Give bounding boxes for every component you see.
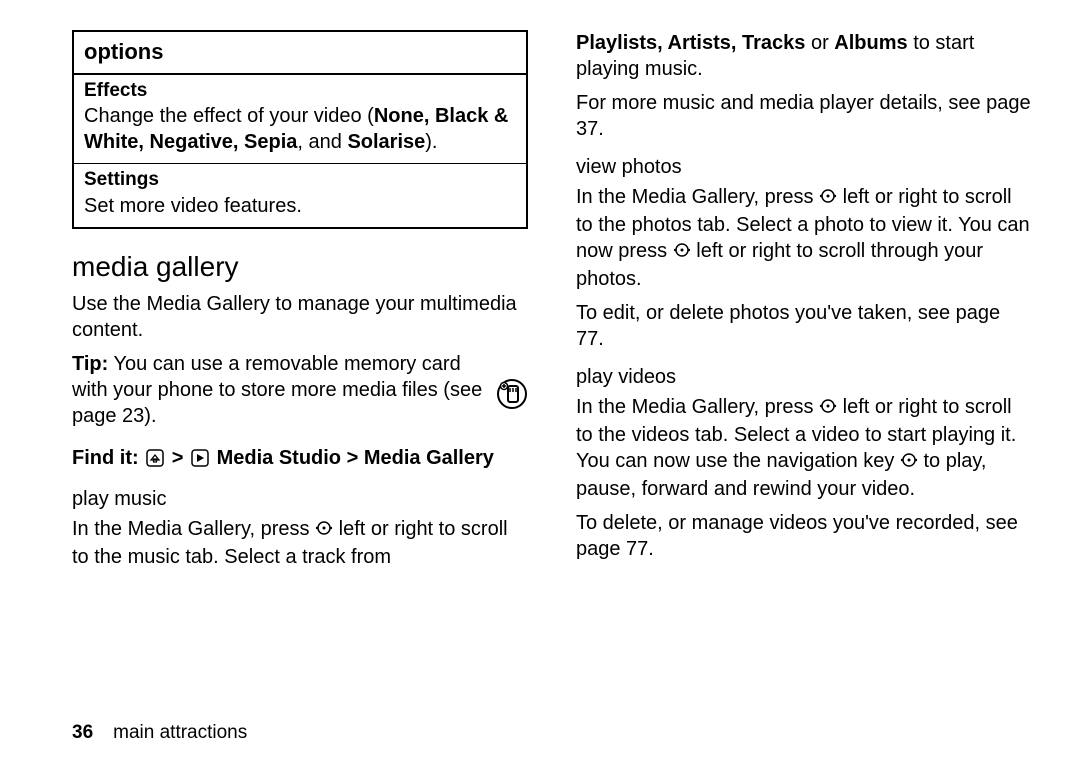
- nav-key-icon: [900, 450, 918, 476]
- play-music-p3: For more music and media player details,…: [576, 90, 1032, 142]
- play-videos-p1: In the Media Gallery, press left or righ…: [576, 394, 1032, 502]
- memory-card-icon: [496, 378, 528, 410]
- media-key-icon: [191, 448, 209, 474]
- nav-key-icon: [819, 186, 837, 212]
- settings-title: Settings: [84, 168, 516, 193]
- nav-key-icon: [819, 396, 837, 422]
- play-music-p1: In the Media Gallery, press left or righ…: [72, 516, 528, 570]
- view-photos-heading: view photos: [576, 154, 1032, 180]
- play-music-heading: play music: [72, 486, 528, 512]
- nav-key-icon: [315, 518, 333, 544]
- tip-text: Tip: You can use a removable memory card…: [72, 351, 486, 429]
- options-row-effects: Effects Change the effect of your video …: [74, 75, 526, 165]
- media-gallery-intro: Use the Media Gallery to manage your mul…: [72, 291, 528, 343]
- nav-key-icon: [673, 240, 691, 266]
- effects-text: Change the effect of your video (None, B…: [84, 103, 516, 155]
- effects-title: Effects: [84, 79, 516, 104]
- tip-block: Tip: You can use a removable memory card…: [72, 351, 528, 437]
- view-photos-p2: To edit, or delete photos you've taken, …: [576, 300, 1032, 352]
- options-table: options Effects Change the effect of you…: [72, 30, 528, 229]
- play-music-p2: Playlists, Artists, Tracks or Albums to …: [576, 30, 1032, 82]
- play-videos-p2: To delete, or manage videos you've recor…: [576, 510, 1032, 562]
- media-gallery-heading: media gallery: [72, 249, 528, 285]
- view-photos-p1: In the Media Gallery, press left or righ…: [576, 184, 1032, 292]
- options-header: options: [74, 32, 526, 75]
- options-row-settings: Settings Set more video features.: [74, 164, 526, 227]
- home-key-icon: [146, 448, 164, 474]
- play-videos-heading: play videos: [576, 364, 1032, 390]
- settings-text: Set more video features.: [84, 193, 516, 219]
- page-footer: 36 main attractions: [72, 721, 247, 746]
- page-number: 36: [72, 722, 93, 743]
- find-it-line: Find it: > Media Studio > Media Gallery: [72, 445, 528, 474]
- section-name: main attractions: [113, 722, 247, 743]
